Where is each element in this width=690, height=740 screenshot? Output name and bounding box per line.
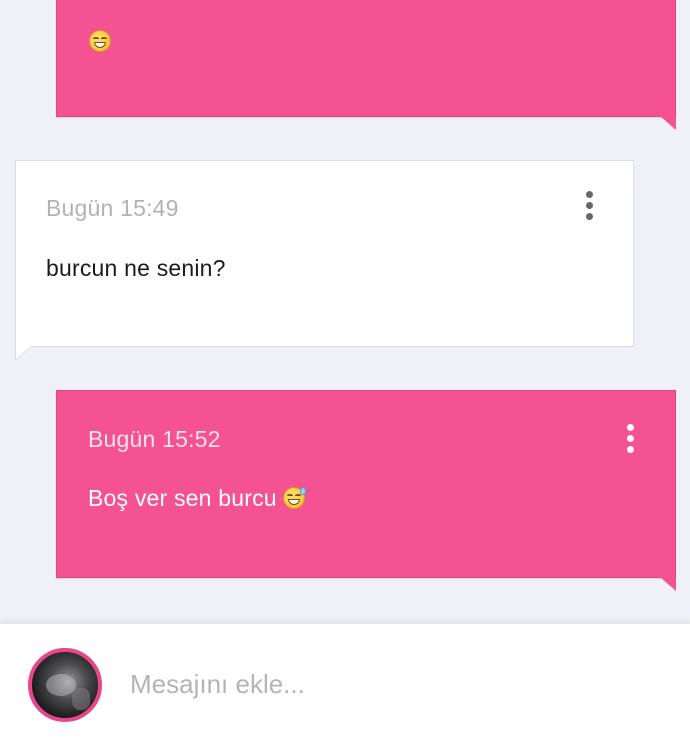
message-menu-button[interactable] [577, 185, 601, 225]
message-bubble-sent[interactable]: Bugün 15:52 Boş ver sen burcu [56, 390, 676, 591]
message-list[interactable]: Bugün 15:49 burcun ne senin? Bugün 15:52… [0, 0, 690, 622]
message-composer [0, 622, 690, 740]
more-vertical-icon [626, 423, 634, 431]
message-input[interactable] [130, 662, 660, 706]
more-vertical-icon [585, 190, 593, 198]
bubble-tail [16, 346, 31, 359]
message-text: Boş ver sen burcu [88, 485, 277, 511]
bubble-tail [660, 116, 676, 130]
message-text: burcun ne senin? [46, 255, 226, 281]
grinning-face-icon [89, 30, 111, 52]
message-timestamp: Bugün 15:49 [46, 195, 179, 221]
message-timestamp: Bugün 15:52 [88, 426, 221, 452]
message-bubble-received[interactable]: Bugün 15:49 burcun ne senin? [15, 160, 634, 361]
message-text-row: Boş ver sen burcu [88, 485, 306, 512]
grinning-sweat-face-icon [282, 487, 306, 509]
message-bubble-sent[interactable] [56, 0, 676, 130]
chat-screen: Bugün 15:49 burcun ne senin? Bugün 15:52… [0, 0, 690, 740]
bubble-tail [660, 577, 676, 591]
message-menu-button[interactable] [618, 418, 642, 458]
avatar[interactable] [28, 648, 102, 722]
